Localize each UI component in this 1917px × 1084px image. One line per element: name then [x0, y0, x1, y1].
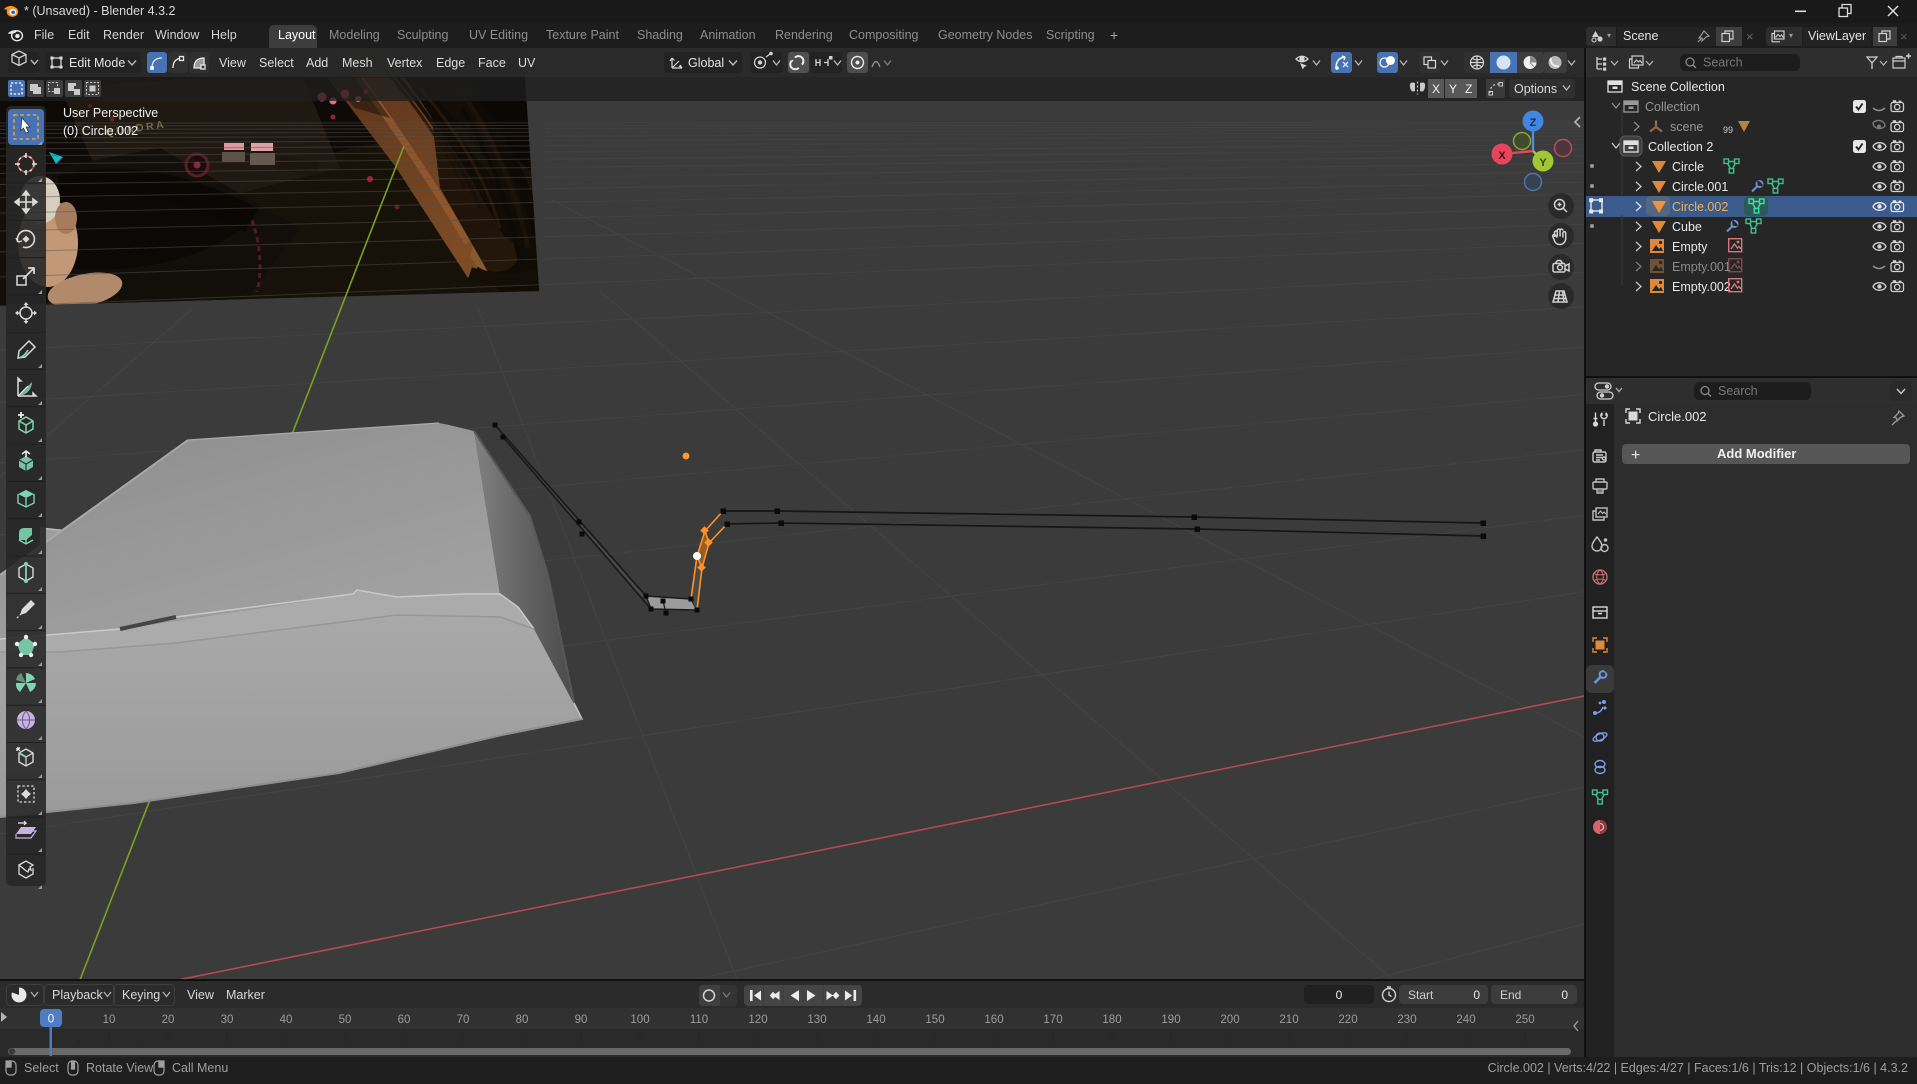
svg-text:Empty.002: Empty.002	[1672, 280, 1731, 294]
svg-text:130: 130	[807, 1014, 826, 1026]
svg-text:120: 120	[748, 1014, 767, 1026]
svg-text:Search: Search	[1703, 56, 1743, 70]
svg-text:160: 160	[984, 1014, 1003, 1026]
svg-text:Edit Mode: Edit Mode	[69, 56, 125, 70]
svg-text:Collection: Collection	[1645, 100, 1700, 114]
svg-text:Circle.002: Circle.002	[1672, 200, 1728, 214]
svg-text:Marker: Marker	[226, 988, 265, 1002]
svg-text:Z: Z	[1465, 82, 1472, 96]
svg-text:0: 0	[48, 1014, 54, 1026]
svg-text:230: 230	[1397, 1014, 1416, 1026]
svg-text:Global: Global	[688, 56, 724, 70]
svg-text:50: 50	[339, 1014, 352, 1026]
svg-text:90: 90	[575, 1014, 588, 1026]
svg-text:40: 40	[280, 1014, 293, 1026]
svg-text:Playback: Playback	[52, 988, 103, 1002]
svg-text:Y: Y	[1449, 82, 1457, 96]
svg-text:User Perspective: User Perspective	[63, 106, 158, 120]
svg-text:View: View	[219, 56, 247, 70]
svg-text:100: 100	[630, 1014, 649, 1026]
svg-text:Collection 2: Collection 2	[1648, 140, 1713, 154]
svg-text:Select: Select	[24, 1061, 59, 1075]
svg-text:200: 200	[1220, 1014, 1239, 1026]
svg-text:Circle.002 | Verts:4/22 | Edge: Circle.002 | Verts:4/22 | Edges:4/27 | F…	[1488, 1061, 1908, 1075]
svg-text:Empty.001: Empty.001	[1672, 260, 1731, 274]
svg-text:210: 210	[1279, 1014, 1298, 1026]
svg-text:(0) Circle.002: (0) Circle.002	[63, 124, 138, 138]
svg-text:70: 70	[457, 1014, 470, 1026]
svg-text:190: 190	[1161, 1014, 1180, 1026]
svg-text:Vertex: Vertex	[387, 56, 423, 70]
svg-text:Mesh: Mesh	[342, 56, 373, 70]
svg-text:0: 0	[1473, 988, 1480, 1002]
svg-text:Keying: Keying	[122, 988, 160, 1002]
svg-text:Start: Start	[1408, 988, 1434, 1002]
svg-text:150: 150	[925, 1014, 944, 1026]
svg-text:Rotate View: Rotate View	[86, 1061, 154, 1075]
svg-text:60: 60	[398, 1014, 411, 1026]
svg-text:0: 0	[1561, 988, 1568, 1002]
svg-text:99: 99	[1723, 125, 1733, 135]
svg-text:View: View	[187, 988, 215, 1002]
svg-text:Scene Collection: Scene Collection	[1631, 80, 1725, 94]
svg-text:Empty: Empty	[1672, 240, 1708, 254]
svg-text:240: 240	[1456, 1014, 1475, 1026]
svg-text:140: 140	[866, 1014, 885, 1026]
svg-text:Call Menu: Call Menu	[172, 1061, 228, 1075]
svg-text:Circle.002: Circle.002	[1648, 409, 1707, 424]
svg-text:Face: Face	[478, 56, 506, 70]
svg-text:X: X	[1432, 82, 1440, 96]
svg-text:0: 0	[1336, 988, 1343, 1002]
svg-text:30: 30	[221, 1014, 234, 1026]
svg-text:End: End	[1500, 988, 1521, 1002]
svg-text:Add: Add	[306, 56, 328, 70]
svg-text:scene: scene	[1670, 120, 1703, 134]
svg-text:80: 80	[516, 1014, 529, 1026]
svg-text:Add Modifier: Add Modifier	[1717, 446, 1796, 461]
svg-text:20: 20	[162, 1014, 175, 1026]
svg-text:10: 10	[103, 1014, 116, 1026]
svg-text:220: 220	[1338, 1014, 1357, 1026]
svg-text:110: 110	[690, 1014, 708, 1026]
svg-text:Circle: Circle	[1672, 160, 1704, 174]
svg-text:250: 250	[1515, 1014, 1534, 1026]
svg-text:Edge: Edge	[436, 56, 465, 70]
svg-text:UV: UV	[518, 56, 536, 70]
svg-text:Y: Y	[1539, 157, 1547, 169]
svg-text:Z: Z	[1530, 117, 1537, 129]
svg-text:Options: Options	[1514, 82, 1557, 96]
svg-text:180: 180	[1102, 1014, 1121, 1026]
svg-text:+: +	[1631, 447, 1640, 464]
svg-text:170: 170	[1043, 1014, 1062, 1026]
svg-text:X: X	[1498, 150, 1506, 162]
svg-text:Search: Search	[1718, 384, 1758, 398]
svg-text:Circle.001: Circle.001	[1672, 180, 1728, 194]
svg-text:Cube: Cube	[1672, 220, 1702, 234]
svg-text:Select: Select	[259, 56, 294, 70]
